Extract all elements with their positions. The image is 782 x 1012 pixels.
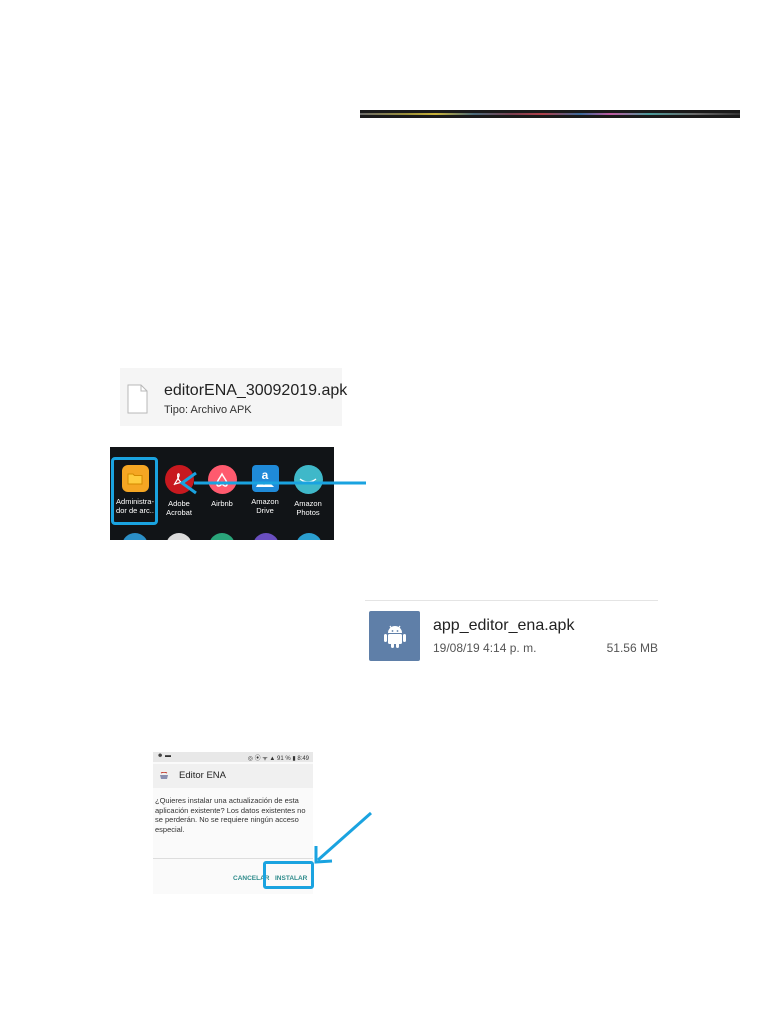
app-icon-partial bbox=[166, 533, 192, 540]
header-divider bbox=[360, 110, 740, 118]
dialog-body: ¿Quieres instalar una actualización de e… bbox=[155, 796, 306, 834]
install-highlight-box bbox=[263, 861, 314, 889]
app-label-line: Acrobat bbox=[166, 508, 192, 517]
app-label: Amazon Photos bbox=[286, 499, 330, 517]
apk-file-size: 51.56 MB bbox=[606, 641, 658, 655]
app-label-line: Airbnb bbox=[211, 499, 233, 508]
app-label-line: Adobe bbox=[168, 499, 190, 508]
app-icon-partial bbox=[122, 533, 148, 540]
pointer-arrow-icon bbox=[179, 471, 366, 495]
app-icon-partial bbox=[209, 533, 235, 540]
file-type: Tipo: Archivo APK bbox=[164, 404, 252, 416]
app-label-line: Administra- bbox=[116, 497, 154, 506]
app-file-manager[interactable]: Administra-dor de arc.. bbox=[113, 465, 157, 515]
app-label-line: dor de arc.. bbox=[116, 506, 154, 515]
file-card[interactable]: editorENA_30092019.apk Tipo: Archivo APK bbox=[120, 368, 347, 426]
app-label-line: Amazon bbox=[294, 499, 322, 508]
app-icon-partial bbox=[296, 533, 322, 540]
apk-file-row[interactable]: app_editor_ena.apk 19/08/19 4:14 p. m. 5… bbox=[365, 600, 658, 665]
pointer-arrow-icon bbox=[314, 811, 372, 864]
status-bar: ☻ ▬ ◎ ⦿ ᯤ ▲ 91 % ▮ 8:49 bbox=[153, 752, 313, 762]
app-label-line: Photos bbox=[296, 508, 320, 517]
app-logo-icon bbox=[160, 772, 168, 779]
apk-file-name: app_editor_ena.apk bbox=[433, 617, 575, 634]
status-bar-right: ◎ ⦿ ᯤ ▲ 91 % ▮ 8:49 bbox=[247, 756, 309, 762]
dialog-title-bar: Editor ENA bbox=[153, 764, 313, 788]
app-label: Airbnb bbox=[200, 499, 244, 508]
app-label-line: Drive bbox=[256, 506, 274, 515]
folder-icon bbox=[121, 465, 149, 492]
document-icon bbox=[127, 384, 148, 414]
android-icon bbox=[369, 611, 420, 661]
file-name: editorENA_30092019.apk bbox=[164, 382, 348, 399]
app-label: Adobe Acrobat bbox=[157, 499, 201, 517]
status-bar-left: ☻ ▬ bbox=[157, 753, 171, 759]
app-icon-partial bbox=[253, 533, 279, 540]
dialog-title: Editor ENA bbox=[179, 770, 226, 781]
dialog-divider bbox=[153, 858, 313, 859]
header-divider-stripe bbox=[360, 113, 740, 115]
app-label: Administra-dor de arc.. bbox=[113, 497, 157, 515]
apk-file-date: 19/08/19 4:14 p. m. bbox=[433, 641, 537, 655]
